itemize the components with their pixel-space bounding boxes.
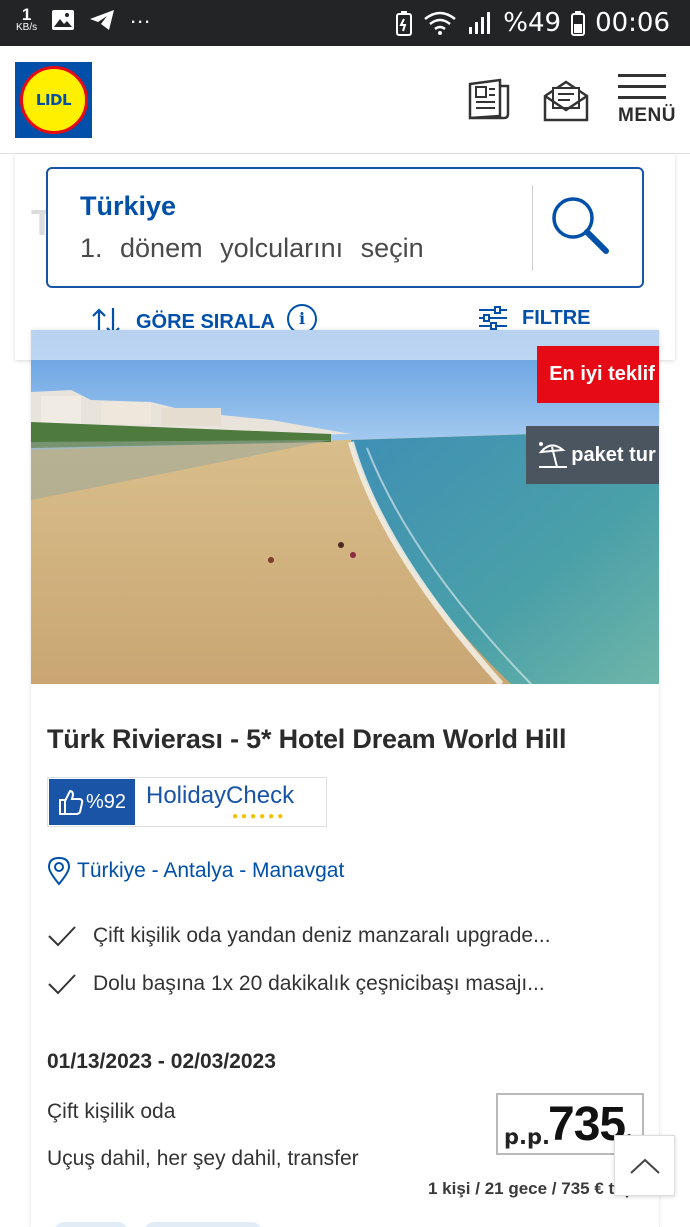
filter-label: FILTRE (522, 306, 591, 329)
room-type: Çift kişilik oda (47, 1100, 176, 1123)
price-prefix: p.p. (504, 1125, 551, 1149)
rating-dots: ●●●●●● (232, 811, 287, 822)
price-note: 1 kişi / 21 gece / 735 € top (428, 1179, 635, 1198)
logo-text: LIDL (35, 91, 72, 109)
menu-button[interactable]: MENÜ (618, 74, 676, 127)
thumbs-up-icon (58, 789, 84, 815)
package-tour-label: paket tur (571, 443, 656, 466)
checkmark-icon (48, 974, 76, 995)
feature-text: Dolu başına 1x 20 dakikalık çeşnicibaşı … (93, 972, 545, 995)
status-bar: 1 KB/s … %49 00:06 (0, 0, 690, 46)
checkmark-icon (48, 926, 76, 947)
offer-card[interactable]: En iyi teklif paket tur Türk Rivierası -… (31, 330, 659, 1227)
lidl-logo[interactable]: LIDL (15, 62, 92, 138)
search-destination[interactable]: Türkiye (80, 191, 176, 222)
clock: 00:06 (595, 8, 670, 38)
more-notifications-icon: … (129, 2, 154, 28)
best-offer-badge: En iyi teklif (537, 346, 659, 403)
site-header: LIDL MENÜ (0, 46, 690, 154)
search-divider (532, 185, 533, 271)
holidaycheck-rating: %92 HolidayCheck ●●●●●● (47, 777, 327, 827)
search-period: 1. dönem (80, 233, 203, 263)
tag-pill (53, 1222, 129, 1227)
search-details[interactable]: 1. dönem yolcularını seçin (80, 233, 424, 264)
location-pin-icon (47, 856, 71, 886)
battery-icon (571, 11, 586, 36)
newsletter-icon[interactable] (542, 76, 590, 124)
rating-score-badge: %92 (49, 779, 135, 825)
filter-sliders-icon (479, 306, 507, 330)
battery-percent: %49 (503, 8, 562, 38)
network-speed-unit: KB/s (16, 22, 38, 33)
inclusions: Uçuş dahil, her şey dahil, transfer (47, 1147, 359, 1170)
feature-item: Çift kişilik oda yandan deniz manzaralı … (47, 924, 551, 948)
gallery-icon (52, 9, 75, 30)
network-speed-value: 1 (21, 5, 32, 24)
hotel-beach-photo[interactable]: En iyi teklif paket tur (31, 330, 659, 684)
hamburger-icon (618, 74, 668, 99)
feature-item: Dolu başına 1x 20 dakikalık çeşnicibaşı … (47, 972, 545, 996)
travel-dates: 01/13/2023 - 02/03/2023 (47, 1050, 276, 1073)
network-speed: 1 KB/s (16, 6, 37, 33)
menu-label: MENÜ (618, 105, 676, 126)
telegram-icon (90, 9, 115, 30)
rating-provider: HolidayCheck (146, 782, 295, 809)
chevron-up-icon (629, 1158, 660, 1174)
package-tour-badge: paket tur (526, 426, 659, 484)
feature-text: Çift kişilik oda yandan deniz manzaralı … (93, 924, 551, 947)
signal-icon (469, 12, 491, 34)
search-icon[interactable] (548, 193, 614, 259)
battery-saver-icon (396, 11, 413, 36)
beach-umbrella-icon (538, 442, 568, 468)
search-box[interactable]: Türkiye 1. dönem yolcularını seçin (46, 167, 644, 288)
hotel-title[interactable]: Türk Rivierası - 5* Hotel Dream World Hi… (47, 724, 566, 755)
filter-button[interactable]: FILTRE (478, 306, 591, 330)
search-travelers: yolcularını seçin (220, 233, 424, 263)
location-text: Türkiye - Antalya - Manavgat (77, 859, 345, 882)
rating-score: %92 (85, 790, 127, 813)
tag-pill (143, 1222, 263, 1227)
brochure-icon[interactable] (466, 76, 512, 122)
wifi-icon (424, 11, 457, 35)
scroll-to-top-button[interactable] (614, 1135, 675, 1196)
hotel-location: Türkiye - Antalya - Manavgat (47, 856, 344, 886)
